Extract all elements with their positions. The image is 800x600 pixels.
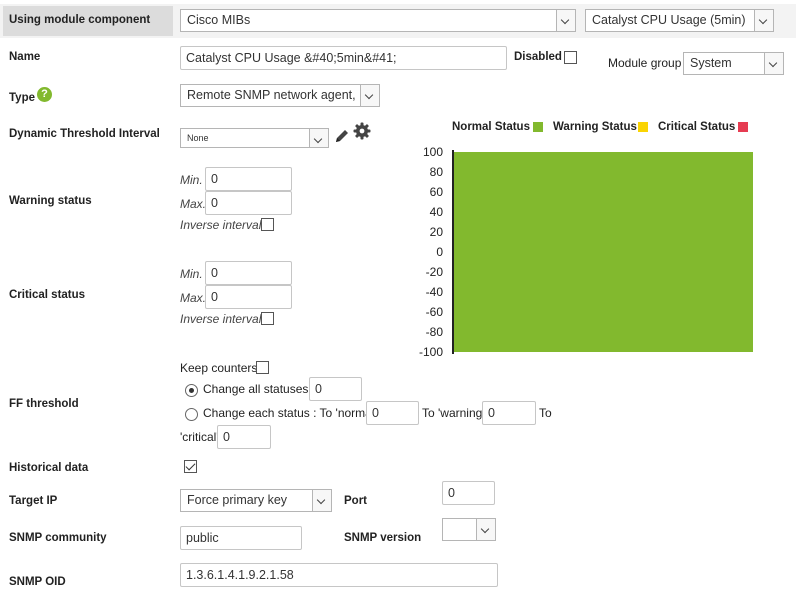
port-input[interactable]: 0 bbox=[442, 481, 495, 505]
chevron-down-icon bbox=[309, 129, 328, 147]
chevron-down-icon bbox=[360, 85, 379, 106]
dynamic-threshold-select[interactable]: None bbox=[180, 128, 329, 148]
name-input[interactable]: Catalyst CPU Usage &#40;5min&#41; bbox=[180, 46, 507, 70]
critical-word-label: 'critical' bbox=[180, 430, 219, 444]
target-ip-value: Force primary key bbox=[187, 493, 288, 507]
module-group-label: Module group bbox=[608, 56, 682, 70]
name-label: Name bbox=[9, 51, 41, 63]
chart-y-axis: 100 80 60 40 20 0 -20 -40 -60 -80 -100 bbox=[413, 144, 445, 360]
warning-max-label: Max. bbox=[180, 197, 207, 211]
y-tick-label: 80 bbox=[429, 165, 443, 179]
snmp-oid-label: SNMP OID bbox=[9, 576, 66, 588]
chart-legend: Normal Status Warning Status Critical St… bbox=[452, 121, 782, 137]
threshold-chart bbox=[452, 150, 753, 354]
y-tick-label: -20 bbox=[425, 265, 443, 279]
snmp-version-label: SNMP version bbox=[344, 532, 422, 544]
critical-inverse-checkbox[interactable] bbox=[261, 312, 274, 325]
y-tick-label: -80 bbox=[425, 325, 443, 339]
historical-data-label: Historical data bbox=[9, 462, 89, 474]
y-tick-label: 0 bbox=[436, 245, 443, 259]
change-all-input[interactable]: 0 bbox=[309, 377, 362, 401]
snmp-version-select[interactable] bbox=[442, 518, 496, 541]
legend-warning-label: Warning Status bbox=[553, 121, 637, 133]
y-tick-label: 40 bbox=[429, 205, 443, 219]
port-label: Port bbox=[344, 495, 367, 507]
warning-max-input[interactable]: 0 bbox=[205, 191, 292, 215]
keep-counters-checkbox[interactable] bbox=[256, 361, 269, 374]
y-tick-label: -60 bbox=[425, 305, 443, 319]
y-tick-label: 20 bbox=[429, 225, 443, 239]
legend-critical-swatch bbox=[738, 122, 748, 132]
ff-threshold-label: FF threshold bbox=[9, 398, 79, 410]
pencil-icon[interactable] bbox=[334, 128, 350, 144]
component-value: Catalyst CPU Usage (5min) bbox=[592, 13, 746, 27]
critical-inverse-label: Inverse interval bbox=[180, 312, 262, 326]
disabled-checkbox[interactable] bbox=[564, 51, 577, 64]
component-label: Using module component bbox=[9, 14, 151, 26]
chevron-down-icon bbox=[556, 10, 575, 31]
component-group-select[interactable]: Cisco MIBs bbox=[180, 9, 576, 32]
to-warning-input[interactable]: 0 bbox=[482, 401, 536, 425]
to-normal-input[interactable]: 0 bbox=[366, 401, 419, 425]
critical-min-label: Min. bbox=[180, 267, 203, 281]
chevron-down-icon bbox=[312, 490, 331, 511]
legend-normal-swatch bbox=[533, 122, 543, 132]
critical-max-input[interactable]: 0 bbox=[205, 285, 292, 309]
type-value: Remote SNMP network agent, bbox=[187, 88, 356, 102]
y-tick-label: -100 bbox=[418, 345, 443, 359]
y-tick-label: -40 bbox=[425, 285, 443, 299]
change-each-radio[interactable] bbox=[185, 408, 198, 421]
warning-inverse-checkbox[interactable] bbox=[261, 218, 274, 231]
type-select[interactable]: Remote SNMP network agent, bbox=[180, 84, 380, 107]
type-label: Type bbox=[9, 92, 35, 104]
legend-critical-label: Critical Status bbox=[658, 121, 736, 133]
help-icon[interactable]: ? bbox=[37, 87, 52, 102]
module-group-select[interactable]: System bbox=[683, 52, 784, 75]
change-all-label: Change all statuses : bbox=[203, 382, 316, 396]
chevron-down-icon bbox=[754, 10, 773, 31]
snmp-community-label: SNMP community bbox=[9, 532, 107, 544]
snmp-oid-input[interactable]: 1.3.6.1.4.1.9.2.1.58 bbox=[180, 563, 498, 587]
target-ip-label: Target IP bbox=[9, 495, 58, 507]
warning-min-input[interactable]: 0 bbox=[205, 167, 292, 191]
historical-data-checkbox[interactable] bbox=[184, 460, 197, 473]
normal-status-area bbox=[454, 152, 753, 352]
to-critical-input[interactable]: 0 bbox=[217, 425, 271, 449]
dynamic-threshold-value: None bbox=[187, 133, 209, 143]
critical-max-label: Max. bbox=[180, 291, 207, 305]
component-group-value: Cisco MIBs bbox=[187, 13, 251, 27]
disabled-label: Disabled bbox=[514, 51, 562, 63]
gear-icon[interactable] bbox=[353, 122, 371, 140]
legend-normal-label: Normal Status bbox=[452, 121, 530, 133]
snmp-community-input[interactable]: public bbox=[180, 526, 302, 550]
critical-status-label: Critical status bbox=[9, 289, 86, 301]
change-each-label: Change each status : To 'normal' bbox=[203, 406, 377, 420]
chevron-down-icon bbox=[476, 519, 495, 540]
y-tick-label: 60 bbox=[429, 185, 443, 199]
keep-counters-label: Keep counters bbox=[180, 361, 258, 375]
chevron-down-icon bbox=[764, 53, 783, 74]
warning-inverse-label: Inverse interval bbox=[180, 218, 262, 232]
dynamic-threshold-label: Dynamic Threshold Interval bbox=[9, 128, 160, 140]
warning-min-label: Min. bbox=[180, 173, 203, 187]
target-ip-select[interactable]: Force primary key bbox=[180, 489, 332, 512]
legend-warning-swatch bbox=[638, 122, 648, 132]
to-critical-label: To bbox=[539, 406, 552, 420]
warning-status-label: Warning status bbox=[9, 195, 92, 207]
critical-min-input[interactable]: 0 bbox=[205, 261, 292, 285]
to-warning-label: To 'warning' bbox=[422, 406, 485, 420]
change-all-radio[interactable] bbox=[185, 384, 198, 397]
y-tick-label: 100 bbox=[422, 145, 443, 159]
module-group-value: System bbox=[690, 56, 732, 70]
component-select[interactable]: Catalyst CPU Usage (5min) bbox=[585, 9, 774, 32]
